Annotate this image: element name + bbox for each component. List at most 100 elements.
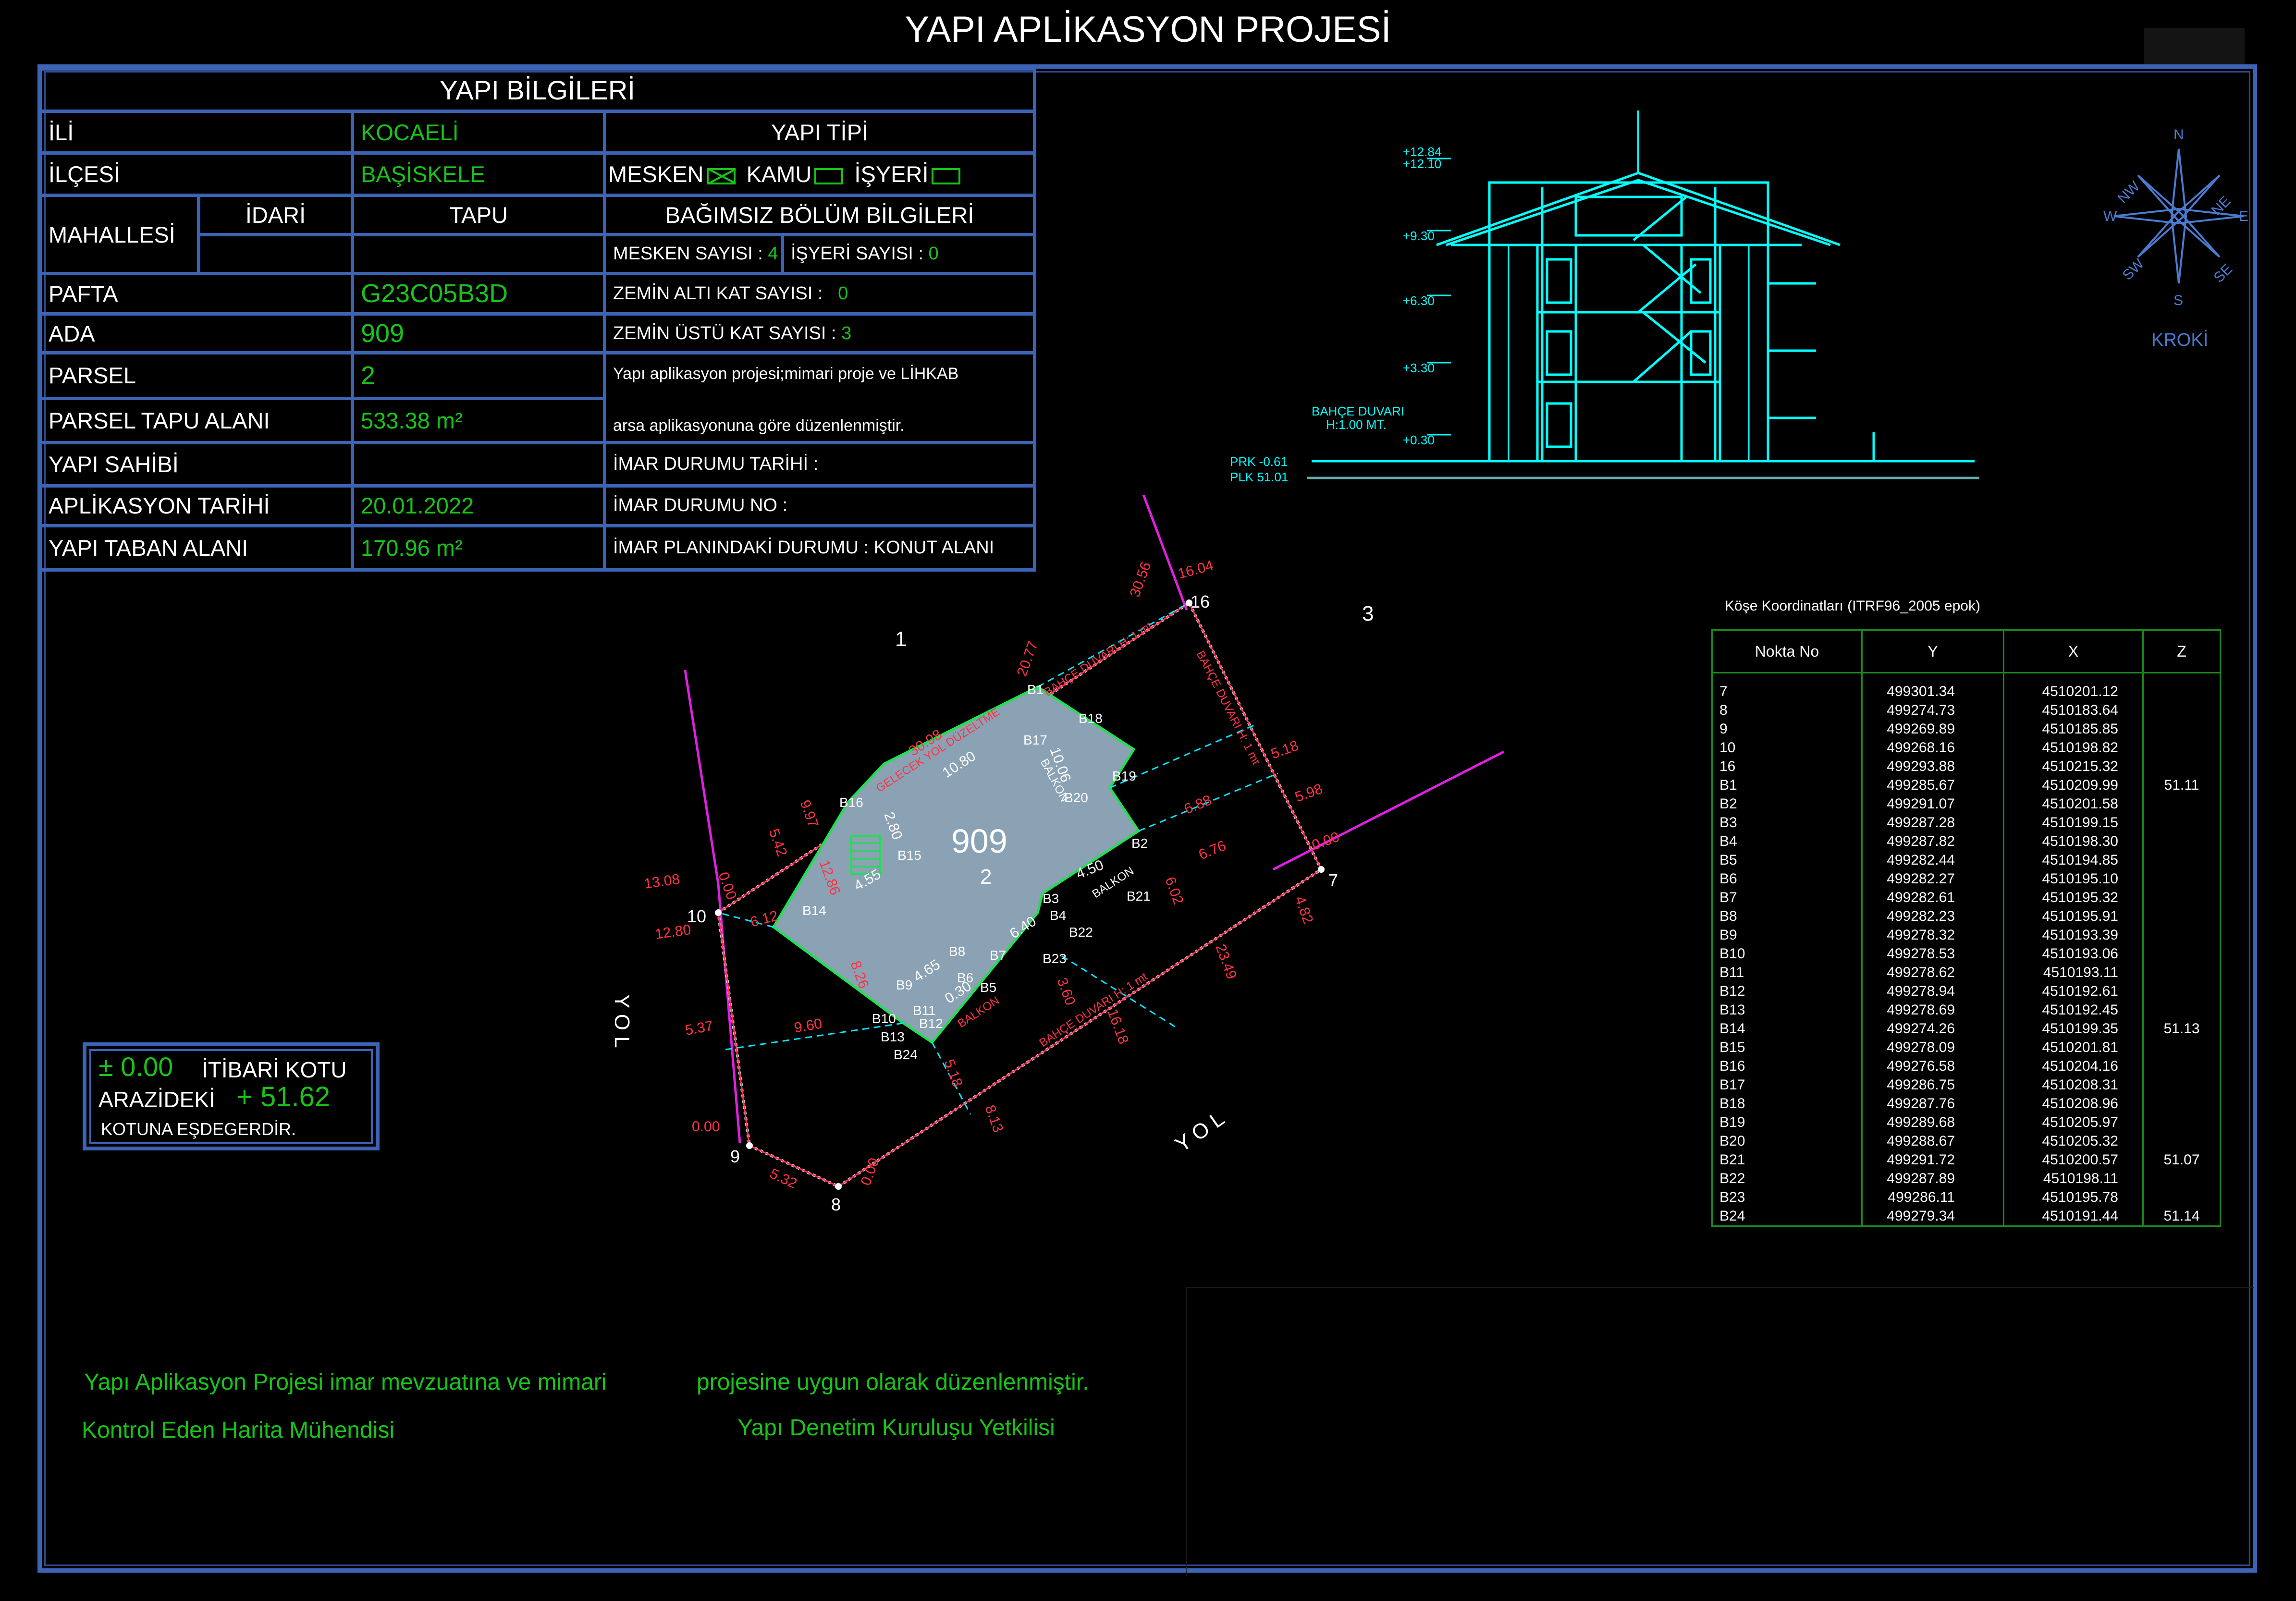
dim-label: 9.60 (793, 1015, 823, 1036)
tapu-value (351, 232, 606, 276)
coord-point: B19 (1711, 1113, 1863, 1132)
coord-z (2142, 926, 2221, 944)
elev-esdeger: KOTUNA EŞDEGERDİR. (101, 1119, 296, 1139)
signature-surveyor: Kontrol Eden Harita Mühendisi (82, 1418, 395, 1443)
coord-y: 499278.09 (1861, 1038, 2004, 1057)
coord-z (2142, 1094, 2221, 1113)
table-row: 8 499274.73 4510183.64 (1711, 701, 2221, 720)
coord-y: 499287.76 (1861, 1094, 2004, 1113)
elev-zero: ± 0.00 (98, 1051, 173, 1082)
compass-n: N (2173, 127, 2184, 143)
coord-x: 4510200.57 (2003, 1150, 2144, 1169)
elev-arazideki: ARAZİDEKİ (98, 1087, 215, 1112)
coord-y: 499278.62 (1861, 963, 2004, 982)
coord-point: B24 (1711, 1207, 1863, 1227)
table-row: B10 499278.53 4510193.06 (1711, 944, 2221, 963)
compass-w: W (2103, 208, 2117, 224)
compass-rose: N S E W NE NW SE SW KROKİ (2103, 127, 2248, 350)
bp-b9: B9 (896, 978, 912, 992)
table-row: B17 499286.75 4510208.31 (1711, 1075, 2221, 1094)
coord-point: B13 (1711, 1001, 1863, 1019)
dim-label: 8.13 (982, 1103, 1006, 1135)
dim-label: 5.98 (1293, 781, 1325, 806)
alan-label: PARSEL TAPU ALANI (38, 396, 354, 444)
coord-z (2142, 851, 2221, 869)
il-label: İLİ (38, 109, 354, 155)
zemin-alti-label: ZEMİN ALTI KAT SAYISI : (613, 283, 823, 304)
coord-z (2142, 1132, 2221, 1150)
ada-label: ADA (38, 312, 354, 355)
mesken-checkbox[interactable] (706, 168, 736, 184)
coord-y: 499274.26 (1861, 1019, 2004, 1038)
coord-point: 16 (1711, 757, 1863, 776)
road-edge-left (684, 670, 720, 884)
coord-x: 4510201.58 (2003, 794, 2144, 813)
road-label-left: Y O L (615, 994, 634, 1048)
coord-x: 4510199.15 (2003, 813, 2144, 832)
dim-label: 16.18 (1104, 1007, 1131, 1046)
dim-label: 5.18 (1269, 738, 1301, 762)
coord-y: 499278.69 (1861, 1001, 2004, 1019)
isyeri-sayisi: İŞYERİ SAYISI : 0 (780, 232, 1037, 276)
ada-number: 909 (951, 822, 1007, 860)
coord-point: B21 (1711, 1150, 1863, 1169)
sahip-label: YAPI SAHİBİ (38, 440, 354, 488)
mahalle-label: MAHALLESİ (38, 194, 200, 276)
coord-x: 4510201.81 (2003, 1038, 2144, 1057)
coord-y: 499282.61 (1861, 888, 2004, 907)
point-8: 8 (831, 1195, 841, 1214)
coord-point: B2 (1711, 794, 1863, 813)
table-row: B23 499286.11 4510195.78 (1711, 1188, 2221, 1207)
tarih-label: APLİKASYON TARİHİ (38, 484, 354, 528)
coord-x: 4510208.96 (2003, 1094, 2144, 1113)
coord-z (2142, 1169, 2221, 1188)
road-edge-right (1272, 750, 1505, 871)
coord-y: 499286.75 (1861, 1075, 2004, 1094)
isyeri-checkbox[interactable] (931, 168, 960, 184)
il-value: KOCAELİ (351, 109, 606, 155)
coord-point: B6 (1711, 869, 1863, 888)
neighbor-3: 3 (1362, 602, 1374, 625)
level-label: +12.10 (1403, 157, 1441, 171)
dim-label: 12.80 (654, 922, 692, 942)
road-edge-top (1142, 495, 1188, 611)
coord-z (2142, 757, 2221, 776)
coord-y: 499276.58 (1861, 1057, 2004, 1075)
mesken-label: MESKEN (608, 161, 704, 187)
garden-wall-height: H:1.00 MT. (1326, 417, 1387, 432)
zemin-ustu: ZEMİN ÜSTÜ KAT SAYISI : 3 (602, 312, 1037, 355)
coord-y: 499287.89 (1861, 1169, 2004, 1188)
parcel-plan-drawing: 10 16 7 8 9 1 3 909 2 Y O L Y O L B1 B2 … (615, 495, 1505, 1214)
bp-b5: B5 (980, 980, 996, 995)
coord-header-nokta: Nokta No (1711, 629, 1863, 673)
info-header: YAPI BİLGİLERİ (38, 67, 1037, 113)
coord-z (2142, 888, 2221, 907)
dim-label: 0.00 (858, 1156, 883, 1187)
coord-x: 4510198.30 (2003, 832, 2144, 851)
compass-sw: SW (2120, 256, 2148, 283)
neighbor-1: 1 (895, 627, 907, 651)
corner-badge (2144, 28, 2245, 64)
coord-x: 4510185.85 (2003, 720, 2144, 738)
mesken-sayisi-label: MESKEN SAYISI : (613, 244, 763, 264)
building-section-drawing: +12.84 +12.10 +9.30 +6.30 +3.30 +0.30 BA… (1230, 110, 1979, 484)
kamu-checkbox[interactable] (814, 168, 844, 184)
table-row: B22 499287.89 4510198.11 (1711, 1169, 2221, 1188)
page-title: YAPI APLİKASYON PROJESİ (905, 9, 1391, 50)
coord-y: 499287.82 (1861, 832, 2004, 851)
road-edge-left-lower (717, 883, 741, 1144)
coord-z: 51.11 (2142, 776, 2221, 794)
coord-x: 4510201.12 (2003, 672, 2144, 701)
bp-b21: B21 (1127, 889, 1151, 904)
dim-label: 30.56 (1127, 560, 1154, 599)
compass-s: S (2173, 293, 2183, 308)
coord-z (2142, 701, 2221, 720)
zemin-alti-value: 0 (838, 283, 848, 304)
level-label: +3.30 (1403, 361, 1435, 375)
coord-point: B17 (1711, 1075, 1863, 1094)
coord-z (2142, 963, 2221, 982)
table-row: B24 499279.34 4510191.44 51.14 (1711, 1207, 2221, 1227)
table-row: B19 499289.68 4510205.97 (1711, 1113, 2221, 1132)
parsel-value: 2 (351, 351, 606, 400)
taban-value: 170.96 m² (351, 524, 606, 572)
